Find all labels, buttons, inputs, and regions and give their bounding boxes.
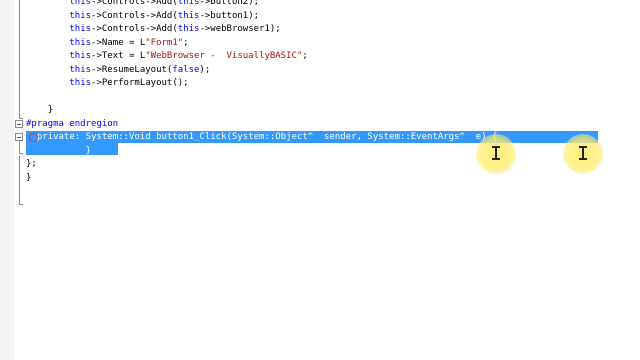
indicator-margin[interactable]: [0, 0, 14, 360]
outline-guide-end: [19, 204, 23, 205]
outline-guide-end: [19, 118, 23, 119]
code-token: : System::: [74, 132, 129, 142]
code-line[interactable]: #pragma endregion: [26, 118, 118, 131]
code-token: button1_Click(System::: [150, 132, 276, 142]
code-line[interactable]: this->Controls->Add(this->button1);: [26, 10, 259, 23]
code-line[interactable]: this->Name = L"Form1";: [26, 37, 189, 50]
code-token: this: [177, 10, 200, 21]
code-line[interactable]: }: [26, 104, 53, 117]
code-token: EventArgs: [410, 132, 460, 142]
collapse-box-icon[interactable]: [15, 133, 23, 141]
code-line[interactable]: this->Controls->Add(this->webBrowser1);: [26, 23, 281, 36]
code-token: ->Text = L: [91, 51, 146, 61]
code-token: this: [69, 37, 92, 48]
code-token: ->Controls->Add(: [91, 0, 178, 7]
ibeam-cursor-icon: [492, 146, 500, 160]
code-token: "WebBrowser - VisuallyBASIC": [145, 51, 303, 61]
ibeam-cursor-icon: [579, 146, 587, 160]
code-token: };: [26, 159, 37, 169]
code-token: }: [85, 145, 92, 156]
outline-guide: [19, 156, 20, 204]
code-line[interactable]: this->Text = L"WebBrowser - VisuallyBASI…: [26, 50, 308, 63]
code-token: );: [199, 64, 211, 75]
code-token: this: [69, 10, 92, 21]
outline-guide: [19, 0, 20, 118]
code-line[interactable]: }: [26, 172, 31, 185]
code-line[interactable]: this->PerformLayout();: [26, 77, 189, 90]
code-token: ->Controls->Add(: [91, 10, 178, 21]
code-line[interactable]: private: System::Void button1_Click(Syst…: [26, 131, 498, 144]
code-token: ;: [302, 51, 308, 61]
code-token: Void: [128, 132, 151, 142]
code-token: "Form1": [145, 37, 184, 48]
code-token: ->ResumeLayout(: [91, 64, 173, 75]
outline-margin[interactable]: [14, 0, 26, 360]
code-line[interactable]: }: [26, 145, 91, 158]
code-token: Object: [275, 132, 308, 142]
code-token: ;: [183, 37, 189, 48]
breakpoint-icon[interactable]: [29, 133, 38, 142]
code-token: #pragma endregion: [26, 118, 119, 129]
code-token: false: [172, 64, 200, 75]
code-token: ^ sender, System::: [307, 132, 411, 142]
code-token: this: [69, 64, 92, 75]
code-token: }: [47, 105, 54, 115]
code-token: ->button1);: [199, 10, 260, 21]
code-line[interactable]: this->ResumeLayout(false);: [26, 64, 210, 77]
code-token: ->webBrowser1);: [199, 24, 281, 34]
code-token: ->button2);: [199, 0, 260, 7]
collapse-box-icon[interactable]: [15, 120, 23, 128]
code-token: ->Controls->Add(: [91, 24, 178, 34]
code-token: this: [69, 0, 92, 7]
code-token: this: [69, 51, 92, 61]
code-line[interactable]: };: [26, 158, 37, 171]
code-token: this: [69, 24, 92, 34]
code-editor[interactable]: this->Controls->Add(this->button2); this…: [0, 0, 640, 360]
code-token: ->Name = L: [91, 37, 146, 48]
code-token: this: [177, 0, 200, 7]
outline-guide-end: [19, 153, 23, 154]
code-token: private: [36, 132, 75, 142]
code-token: ->PerformLayout();: [91, 78, 189, 88]
code-token: }: [26, 172, 32, 183]
code-line[interactable]: this->Controls->Add(this->button2);: [26, 0, 259, 9]
code-token: this: [177, 24, 200, 34]
code-token: this: [69, 78, 92, 88]
outline-guide: [19, 141, 20, 153]
